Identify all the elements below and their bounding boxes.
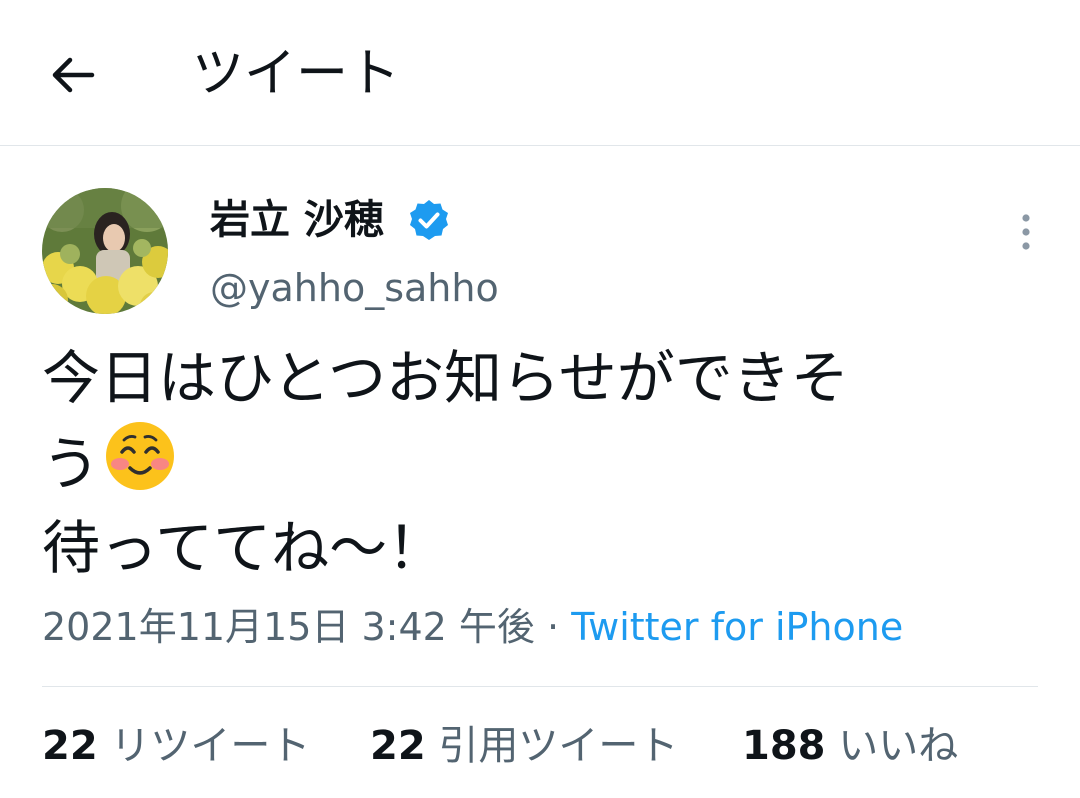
tweet-source-link[interactable]: Twitter for iPhone <box>571 605 903 649</box>
author-handle[interactable]: @yahho_sahho <box>210 262 499 314</box>
more-options-button[interactable] <box>1006 208 1046 256</box>
divider <box>42 686 1038 687</box>
more-vertical-icon <box>1022 214 1030 250</box>
page-title: ツイート <box>192 44 401 104</box>
top-bar: ツイート <box>0 0 1080 146</box>
tweet-line: 待っててね〜！ <box>42 514 446 582</box>
retweets-stat[interactable]: 22 リツイート <box>42 716 310 776</box>
tweet-timestamp[interactable]: 2021年11月15日 3:42 午後 <box>42 605 535 649</box>
quotes-label: 引用ツイート <box>438 723 679 769</box>
retweets-label: リツイート <box>110 723 311 769</box>
quote-tweets-stat[interactable]: 22 引用ツイート <box>370 716 678 776</box>
tweet-text: 今日はひとつお知らせができそ う 待っててね〜！ <box>42 336 942 590</box>
retweets-count: 22 <box>42 723 98 769</box>
tweet-meta: 2021年11月15日 3:42 午後 · Twitter for iPhone <box>42 600 903 654</box>
verified-icon <box>410 200 448 240</box>
quotes-count: 22 <box>370 723 426 769</box>
meta-separator: · <box>547 605 560 649</box>
arrow-left-icon <box>52 57 95 93</box>
avatar-image <box>42 188 168 314</box>
likes-count: 188 <box>742 723 826 769</box>
verified-badge <box>406 198 452 244</box>
tweet-line-text: う <box>42 430 101 498</box>
tweet-line: 今日はひとつお知らせができそ <box>42 344 849 412</box>
likes-stat[interactable]: 188 いいね <box>742 716 958 776</box>
tweet-line: う <box>42 420 942 506</box>
smiling-face-emoji-icon <box>106 422 175 490</box>
avatar[interactable] <box>42 188 168 314</box>
likes-label: いいね <box>838 723 959 769</box>
back-button[interactable] <box>48 50 98 100</box>
author-display-name[interactable]: 岩立 沙穂 <box>210 192 384 248</box>
